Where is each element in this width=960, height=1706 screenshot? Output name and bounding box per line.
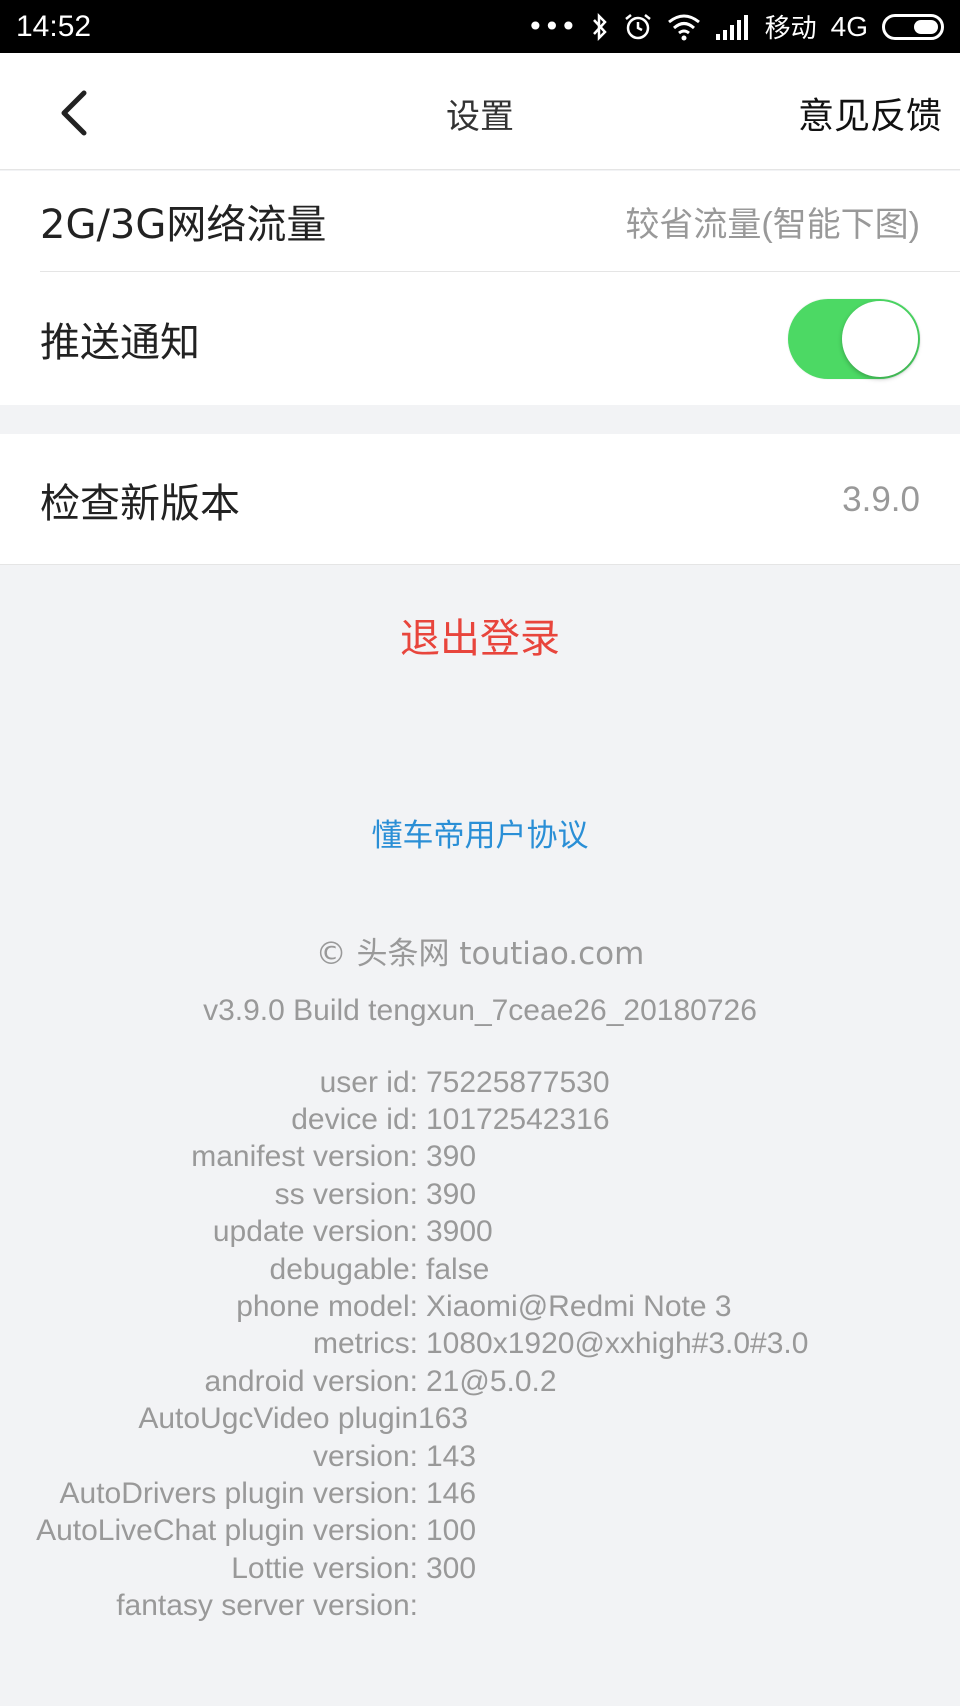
info-row: version: 143 <box>0 1438 960 1475</box>
info-value: 75225877530 <box>426 1065 610 1099</box>
info-value: 1080x1920@xxhigh#3.0#3.0 <box>426 1327 809 1361</box>
data-usage-label: 2G/3G网络流量 <box>40 202 327 248</box>
info-key: device id: <box>291 1103 418 1137</box>
toggle-knob <box>842 300 918 377</box>
info-row: phone model: Xiaomi@Redmi Note 3 <box>0 1288 960 1325</box>
status-bar: 14:52 ••• 移动 4G <box>0 0 960 53</box>
current-version-value: 3.9.0 <box>842 479 920 519</box>
battery-icon <box>882 13 944 40</box>
network-type-label: 4G <box>830 10 868 42</box>
push-notification-toggle[interactable] <box>788 298 920 379</box>
info-row: debugable: false <box>0 1251 960 1288</box>
user-agreement-link[interactable]: 懂车帝用户协议 <box>0 810 960 855</box>
info-value: 146 <box>426 1476 477 1510</box>
push-notification-label: 推送通知 <box>40 319 200 366</box>
info-row: android version: 21@5.0.2 <box>0 1363 960 1400</box>
nav-bar: 设置 意见反馈 <box>0 53 960 170</box>
info-row: AutoLiveChat plugin version: 100 <box>0 1513 960 1550</box>
carrier-label: 移动 <box>764 14 817 44</box>
alarm-icon <box>623 12 653 42</box>
data-usage-value: 较省流量(智能下图) <box>625 205 920 244</box>
info-row: metrics: 1080x1920@xxhigh#3.0#3.0 <box>0 1326 960 1363</box>
wifi-icon <box>667 13 701 41</box>
info-key: update version: <box>212 1215 418 1249</box>
info-key: android version: <box>204 1364 418 1398</box>
info-key: manifest version: <box>191 1140 418 1174</box>
info-key: AutoLiveChat plugin version: <box>36 1514 418 1548</box>
check-update-label: 检查新版本 <box>40 480 240 527</box>
info-row: AutoDrivers plugin version: 146 <box>0 1475 960 1512</box>
info-row: fantasy server version: <box>0 1587 960 1624</box>
feedback-button[interactable]: 意见反馈 <box>798 87 942 139</box>
info-key: AutoUgcVideo plugin <box>138 1402 418 1436</box>
info-value: false <box>426 1252 490 1286</box>
info-value: 390 <box>426 1177 477 1211</box>
more-dots-icon: ••• <box>527 10 577 43</box>
info-value: 21@5.0.2 <box>426 1364 557 1398</box>
info-key: version: <box>312 1439 418 1473</box>
info-row: Lottie version: 300 <box>0 1550 960 1587</box>
signal-icon <box>715 14 751 40</box>
debug-info-list: user id: 75225877530 device id: 1017254231… <box>0 1064 960 1625</box>
status-icons: ••• 移动 4G <box>527 8 944 45</box>
info-key: phone model: <box>236 1290 418 1324</box>
info-row: user id: 75225877530 <box>0 1064 960 1101</box>
info-row: device id: 10172542316 <box>0 1101 960 1138</box>
bluetooth-icon <box>591 12 609 41</box>
info-row: manifest version: 390 <box>0 1139 960 1176</box>
info-value: 163 <box>418 1402 469 1436</box>
info-key: ss version: <box>274 1177 418 1211</box>
info-key: Lottie version: <box>231 1551 418 1585</box>
settings-section-update: 检查新版本 3.9.0 <box>0 434 960 565</box>
info-value: 300 <box>426 1551 477 1585</box>
info-key: AutoDrivers plugin version: <box>59 1476 419 1510</box>
data-usage-row[interactable]: 2G/3G网络流量 较省流量(智能下图) <box>0 171 960 271</box>
info-key: debugable: <box>269 1252 418 1286</box>
settings-section-main: 2G/3G网络流量 较省流量(智能下图) 推送通知 <box>0 171 960 405</box>
info-value: Xiaomi@Redmi Note 3 <box>426 1290 732 1324</box>
build-info: v3.9.0 Build tengxun_7ceae26_20180726 <box>203 994 757 1027</box>
info-key: user id: <box>319 1065 418 1099</box>
logout-button[interactable]: 退出登录 <box>0 606 960 664</box>
info-row: AutoUgcVideo plugin 163 <box>0 1401 960 1438</box>
check-update-row[interactable]: 检查新版本 3.9.0 <box>0 434 960 565</box>
info-value: 143 <box>426 1439 477 1473</box>
info-value: 100 <box>426 1514 477 1548</box>
info-value: 390 <box>426 1140 477 1174</box>
info-key: fantasy server version: <box>116 1589 418 1623</box>
push-notification-row: 推送通知 <box>0 272 960 405</box>
info-row: update version: 3900 <box>0 1214 960 1251</box>
info-row: ss version: 390 <box>0 1176 960 1213</box>
copyright-text: © 头条网 toutiao.com <box>315 936 645 972</box>
info-key: metrics: <box>313 1327 418 1361</box>
status-time: 14:52 <box>16 9 92 43</box>
info-value: 10172542316 <box>426 1103 610 1137</box>
info-value: 3900 <box>426 1215 493 1249</box>
